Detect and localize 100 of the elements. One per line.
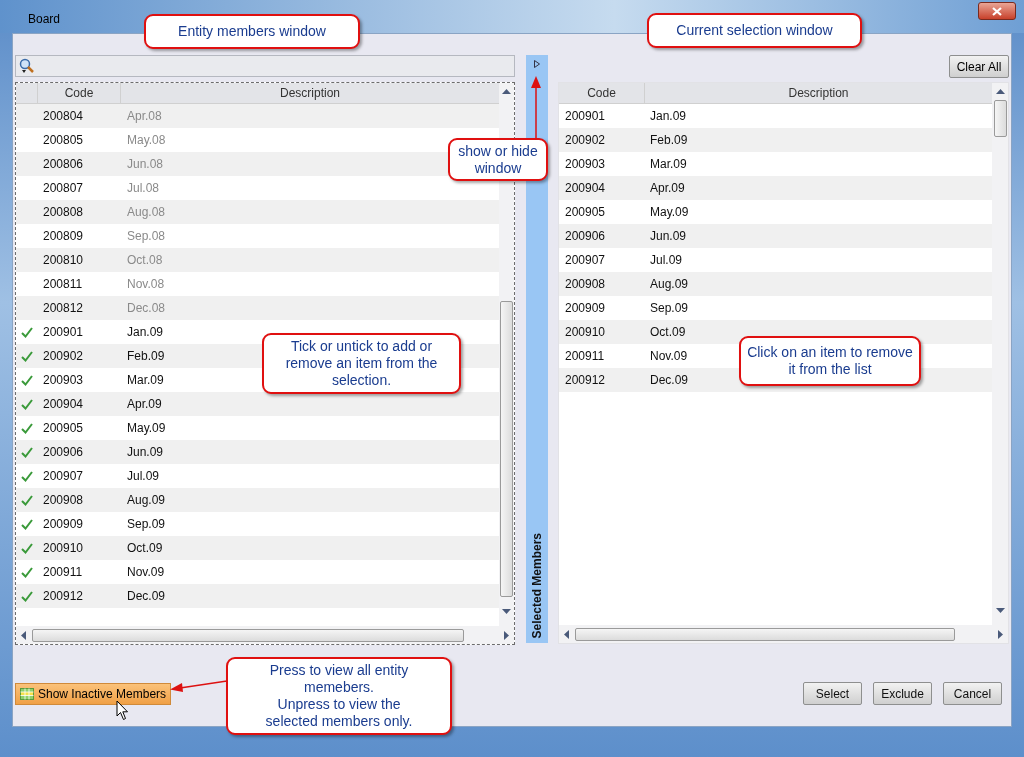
- table-cell[interactable]: Feb.09: [650, 133, 688, 147]
- check-icon[interactable]: [21, 422, 33, 434]
- dialog-button[interactable]: Select: [803, 682, 862, 705]
- table-cell: 200806: [43, 157, 84, 171]
- table-cell[interactable]: 200903: [565, 157, 606, 171]
- scrollbar-thumb[interactable]: [575, 627, 955, 641]
- table-cell[interactable]: Mar.09: [650, 157, 687, 171]
- table-cell: Nov.09: [127, 565, 165, 579]
- check-icon[interactable]: [21, 542, 33, 554]
- clear-all-button[interactable]: Clear All: [949, 55, 1009, 78]
- scrollbar-thumb[interactable]: [500, 301, 513, 597]
- pointer-arrow: [530, 76, 542, 140]
- table-cell[interactable]: 200906: [565, 229, 606, 243]
- check-icon[interactable]: [21, 470, 33, 482]
- dialog-button[interactable]: Exclude: [873, 682, 932, 705]
- table-cell: Aug.08: [127, 205, 166, 219]
- horizontal-scrollbar[interactable]: [16, 626, 514, 644]
- pointer-arrow: [170, 680, 227, 693]
- column-header[interactable]: Code: [38, 83, 121, 103]
- scroll-right-icon[interactable]: [504, 630, 509, 640]
- table-cell: 200906: [43, 445, 84, 459]
- scroll-left-icon[interactable]: [21, 630, 26, 640]
- table-cell: 200912: [43, 589, 84, 603]
- table-cell: Mar.09: [127, 373, 164, 387]
- table-cell[interactable]: May.09: [650, 205, 689, 219]
- callout-tooltip: Entity members window: [144, 14, 360, 49]
- table-cell[interactable]: Nov.09: [650, 349, 688, 363]
- table-cell: Sep.09: [127, 517, 166, 531]
- table-cell: 200907: [43, 469, 84, 483]
- table-cell: Jul.08: [127, 181, 160, 195]
- table-cell: 200904: [43, 397, 84, 411]
- callout-tooltip: show or hide window: [448, 138, 548, 181]
- window-title: Board: [28, 11, 61, 28]
- strip-label: Selected Members: [529, 532, 545, 638]
- table-cell[interactable]: 200908: [565, 277, 606, 291]
- column-header[interactable]: Description: [645, 83, 992, 103]
- table-cell[interactable]: 200909: [565, 301, 606, 315]
- check-icon[interactable]: [21, 518, 33, 530]
- scroll-right-icon[interactable]: [998, 629, 1003, 639]
- table-cell[interactable]: Dec.09: [650, 373, 689, 387]
- table-cell: Oct.09: [127, 541, 163, 555]
- mouse-pointer-icon: [116, 700, 129, 721]
- table-cell[interactable]: Apr.09: [650, 181, 685, 195]
- table-cell: Apr.09: [127, 397, 162, 411]
- dialog-button[interactable]: Cancel: [943, 682, 1002, 705]
- table-cell[interactable]: Oct.09: [650, 325, 686, 339]
- table-cell[interactable]: 200911: [565, 349, 605, 363]
- table-cell: Dec.09: [127, 589, 166, 603]
- table-cell[interactable]: 200912: [565, 373, 606, 387]
- table-cell[interactable]: Jul.09: [650, 253, 683, 267]
- table-cell: Jul.09: [127, 469, 160, 483]
- table-cell: May.09: [127, 421, 166, 435]
- table-cell[interactable]: Jan.09: [650, 109, 687, 123]
- horizontal-scrollbar[interactable]: [559, 625, 1008, 643]
- scroll-up-icon[interactable]: [502, 89, 511, 94]
- table-cell[interactable]: 200901: [565, 109, 606, 123]
- table-cell[interactable]: 200902: [565, 133, 606, 147]
- scroll-left-icon[interactable]: [564, 629, 569, 639]
- check-icon[interactable]: [21, 494, 33, 506]
- table-cell: 200903: [43, 373, 84, 387]
- search-icon: [19, 58, 35, 74]
- scroll-down-icon[interactable]: [995, 608, 1005, 613]
- expand-icon[interactable]: [534, 60, 540, 68]
- check-icon[interactable]: [21, 326, 33, 338]
- table-cell: Oct.08: [127, 253, 163, 267]
- check-icon[interactable]: [21, 590, 33, 602]
- check-icon[interactable]: [21, 446, 33, 458]
- check-icon[interactable]: [21, 398, 33, 410]
- table-cell: Jan.09: [127, 325, 164, 339]
- table-cell: Apr.08: [127, 109, 162, 123]
- table-cell: 200811: [43, 277, 83, 291]
- table-cell[interactable]: Aug.09: [650, 277, 689, 291]
- callout-tooltip: Press to view all entity memebers. Unpress to view the selected members only.: [226, 657, 452, 735]
- scroll-up-icon[interactable]: [995, 89, 1005, 94]
- check-icon[interactable]: [21, 374, 33, 386]
- callout-tooltip: Tick or untick to add or remove an item from the selection.: [262, 333, 461, 394]
- table-cell: Dec.08: [127, 301, 166, 315]
- check-icon[interactable]: [21, 566, 33, 578]
- table-cell: 200909: [43, 517, 84, 531]
- callout-tooltip: Click on an item to remove it from the list: [739, 336, 921, 386]
- table-cell: 200807: [43, 181, 84, 195]
- column-header[interactable]: Description: [121, 83, 499, 103]
- table-cell: Nov.08: [127, 277, 165, 291]
- column-header[interactable]: Code: [559, 83, 645, 103]
- table-cell[interactable]: 200910: [565, 325, 606, 339]
- scrollbar-thumb[interactable]: [32, 628, 464, 642]
- vertical-scrollbar[interactable]: [992, 83, 1008, 625]
- table-cell[interactable]: Jun.09: [650, 229, 687, 243]
- table-cell: 200911: [43, 565, 83, 579]
- scroll-down-icon[interactable]: [502, 609, 511, 614]
- scrollbar-thumb[interactable]: [993, 100, 1007, 137]
- table-cell: 200905: [43, 421, 84, 435]
- table-cell[interactable]: 200905: [565, 205, 606, 219]
- close-button[interactable]: [978, 2, 1016, 20]
- check-icon[interactable]: [21, 350, 33, 362]
- search-field[interactable]: [15, 55, 515, 77]
- table-cell[interactable]: 200907: [565, 253, 606, 267]
- table-cell[interactable]: 200904: [565, 181, 606, 195]
- table-cell: 200810: [43, 253, 84, 267]
- table-cell[interactable]: Sep.09: [650, 301, 689, 315]
